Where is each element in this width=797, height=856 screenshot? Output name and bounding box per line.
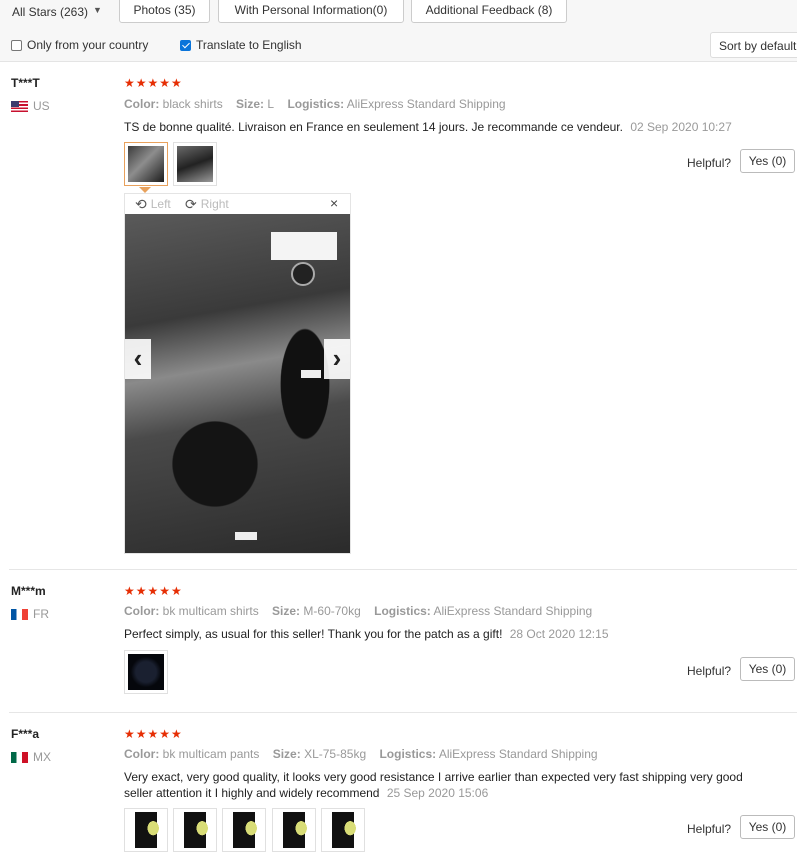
reviewer-country: MX xyxy=(11,750,51,764)
review-photo xyxy=(177,146,213,182)
photo-label-detail xyxy=(271,232,337,260)
star-rating: ★★★★★ xyxy=(124,584,183,598)
us-flag-icon xyxy=(11,100,28,112)
previous-photo-button[interactable]: ‹ xyxy=(125,339,151,379)
size-value: M-60-70kg xyxy=(303,604,361,618)
review-text: Very exact, very good quality, it looks … xyxy=(124,769,764,801)
translate-label: Translate to English xyxy=(196,38,302,52)
helpful-yes-button[interactable]: Yes (0) xyxy=(740,657,795,681)
rotate-left-icon: ⟲ xyxy=(135,196,147,212)
helpful-yes-button[interactable]: Yes (0) xyxy=(740,815,795,839)
reviewer-name: T***T xyxy=(11,76,40,90)
helpful-yes-button[interactable]: Yes (0) xyxy=(740,149,795,173)
helpful-label: Helpful? xyxy=(687,156,732,170)
chevron-down-icon: ▼ xyxy=(93,5,102,15)
filter-bar: All Stars (263) ▼ Photos (35) With Perso… xyxy=(0,0,797,62)
only-country-checkbox[interactable]: Only from your country xyxy=(11,38,148,52)
review-body: TS de bonne qualité. Livraison en France… xyxy=(124,120,623,134)
review-divider xyxy=(9,712,797,713)
logistics-value: AliExpress Standard Shipping xyxy=(433,604,593,618)
review-photo xyxy=(177,812,213,848)
review-attributes: Color: bk multicam pants Size: XL-75-85k… xyxy=(124,747,598,761)
review-photo-thumbnail[interactable] xyxy=(321,808,365,852)
review-photo xyxy=(226,812,262,848)
size-value: XL-75-85kg xyxy=(304,747,367,761)
color-label: Color: xyxy=(124,604,160,618)
review-text: TS de bonne qualité. Livraison en France… xyxy=(124,119,764,135)
review-photo xyxy=(128,654,164,690)
review-photo xyxy=(128,146,164,182)
size-label: Size: xyxy=(272,747,301,761)
review-attributes: Color: black shirts Size: L Logistics: A… xyxy=(124,97,506,111)
helpful-label: Helpful? xyxy=(687,822,732,836)
photos-filter-button[interactable]: Photos (35) xyxy=(119,0,210,23)
review-photo-thumbnail[interactable] xyxy=(124,142,168,186)
reviewer-country: FR xyxy=(11,607,49,621)
size-label: Size: xyxy=(236,97,265,111)
rotate-right-label: Right xyxy=(200,197,229,211)
rotate-right-icon: ⟳ xyxy=(185,196,197,212)
logistics-label: Logistics: xyxy=(287,97,345,111)
next-photo-button[interactable]: › xyxy=(324,339,350,379)
logistics-label: Logistics: xyxy=(374,604,431,618)
color-value: bk multicam pants xyxy=(162,747,260,761)
review-divider xyxy=(9,569,797,570)
review-photo-thumbnail[interactable] xyxy=(173,808,217,852)
sort-select[interactable]: Sort by default xyxy=(710,32,797,58)
review-attributes: Color: bk multicam shirts Size: M-60-70k… xyxy=(124,604,592,618)
enlarged-review-photo: ‹ › xyxy=(125,214,350,553)
country-code: MX xyxy=(33,750,51,764)
photo-viewer: ⟲ Left ⟳ Right × ‹ › xyxy=(124,193,351,554)
logistics-value: AliExpress Standard Shipping xyxy=(438,747,598,761)
review-date: 02 Sep 2020 10:27 xyxy=(630,120,732,134)
photo-barcode-detail xyxy=(235,532,257,540)
country-code: US xyxy=(33,99,50,113)
review-photo xyxy=(276,812,312,848)
rotate-left-label: Left xyxy=(150,197,171,211)
review-body: Perfect simply, as usual for this seller… xyxy=(124,627,503,641)
review-photo xyxy=(128,812,164,848)
reviewer-country: US xyxy=(11,99,50,113)
star-filter-select[interactable]: All Stars (263) ▼ xyxy=(0,0,111,24)
checkbox-unchecked-icon[interactable] xyxy=(11,39,22,51)
logistics-value: AliExpress Standard Shipping xyxy=(346,97,506,111)
review-photo-thumbnail[interactable] xyxy=(124,650,168,694)
additional-feedback-filter-button[interactable]: Additional Feedback (8) xyxy=(411,0,567,23)
review-photo-thumbnail[interactable] xyxy=(272,808,316,852)
photo-viewer-toolbar: ⟲ Left ⟳ Right × xyxy=(125,194,350,214)
personal-info-filter-button[interactable]: With Personal Information(0) xyxy=(218,0,404,23)
photo-patch-detail xyxy=(291,262,315,286)
color-value: bk multicam shirts xyxy=(162,604,259,618)
color-label: Color: xyxy=(124,97,160,111)
review-photo-thumbnail[interactable] xyxy=(173,142,217,186)
translate-checkbox[interactable]: Translate to English xyxy=(180,38,302,52)
logistics-label: Logistics: xyxy=(379,747,437,761)
review-date: 28 Oct 2020 12:15 xyxy=(509,627,609,641)
reviewer-name: M***m xyxy=(11,584,46,598)
fr-flag-icon xyxy=(11,608,28,620)
rotate-right-button[interactable]: ⟳ Right xyxy=(185,197,229,211)
photo-barcode-detail xyxy=(301,370,321,378)
star-rating: ★★★★★ xyxy=(124,727,183,741)
color-label: Color: xyxy=(124,747,160,761)
review-text: Perfect simply, as usual for this seller… xyxy=(124,626,764,642)
mx-flag-icon xyxy=(11,751,28,763)
review-date: 25 Sep 2020 15:06 xyxy=(386,786,489,800)
review-photo xyxy=(325,812,361,848)
size-value: L xyxy=(267,97,275,111)
checkbox-checked-icon[interactable] xyxy=(180,39,191,51)
star-rating: ★★★★★ xyxy=(124,76,183,90)
color-value: black shirts xyxy=(162,97,223,111)
review-photo-thumbnail[interactable] xyxy=(124,808,168,852)
review-photo-thumbnail[interactable] xyxy=(222,808,266,852)
country-code: FR xyxy=(33,607,49,621)
rotate-left-button[interactable]: ⟲ Left xyxy=(135,197,171,211)
helpful-label: Helpful? xyxy=(687,664,732,678)
size-label: Size: xyxy=(272,604,301,618)
star-filter-label: All Stars (263) xyxy=(12,5,89,19)
only-country-label: Only from your country xyxy=(27,38,149,52)
close-icon[interactable]: × xyxy=(330,195,338,211)
reviewer-name: F***a xyxy=(11,727,40,741)
